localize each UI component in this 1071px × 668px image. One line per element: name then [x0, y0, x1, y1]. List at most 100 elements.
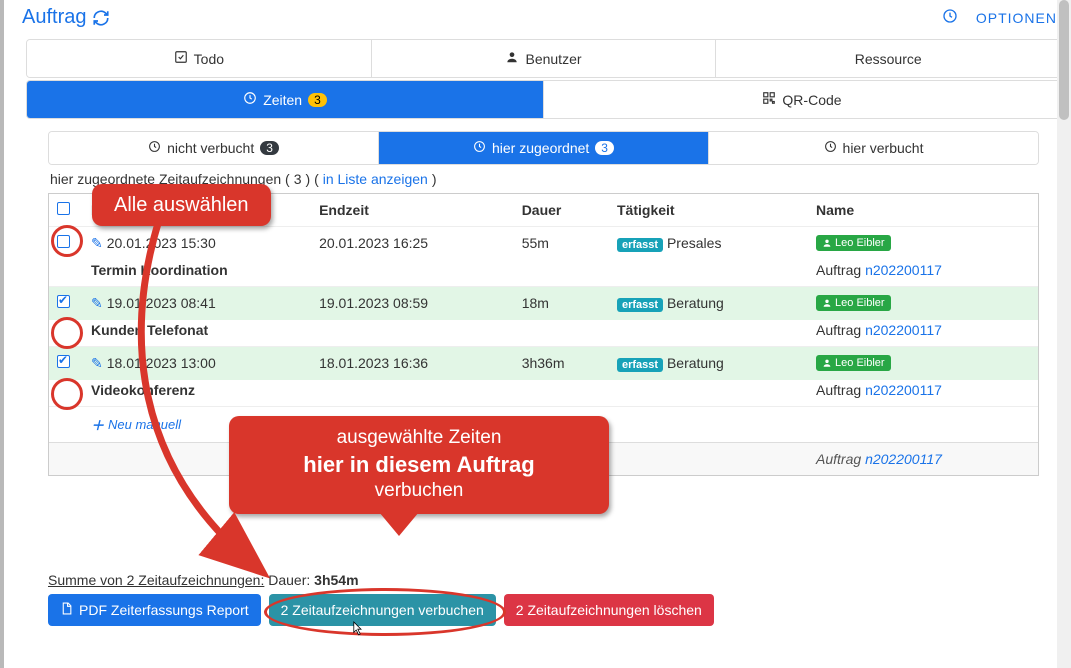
- cell-desc: Termin Koordination: [91, 262, 228, 278]
- annotation-ellipse: [264, 588, 506, 636]
- callout-tail: [379, 512, 419, 536]
- tab-ressource[interactable]: Ressource: [716, 40, 1060, 77]
- summary-line: Summe von 2 Zeitaufzeichnungen: Dauer: 3…: [48, 572, 1039, 588]
- clock-icon: [824, 140, 837, 156]
- summary-prefix: Summe von 2 Zeitaufzeichnungen:: [48, 572, 264, 588]
- table-row: ✎20.01.2023 15:30 20.01.2023 16:25 55m e…: [49, 227, 1038, 261]
- auftrag-label: Auftrag: [816, 451, 861, 467]
- subtab-nicht-verbucht-count: 3: [260, 141, 279, 155]
- tab-ressource-label: Ressource: [855, 51, 922, 67]
- add-manual-label: Neu manuell: [108, 417, 181, 432]
- annotation-circle: [51, 378, 83, 410]
- auftrag-link[interactable]: n202200117: [865, 322, 942, 338]
- scrollbar-thumb[interactable]: [1059, 0, 1069, 120]
- plus-icon: ＋: [91, 415, 104, 434]
- pdf-report-label: PDF Zeiterfassungs Report: [79, 602, 249, 618]
- status-badge: erfasst: [617, 298, 663, 312]
- user-name: Leo Eibler: [835, 237, 885, 249]
- status-badge: erfasst: [617, 358, 663, 372]
- annotation-circle: [51, 225, 83, 257]
- clock-icon: [473, 140, 486, 156]
- cell-dauer: 18m: [514, 287, 609, 321]
- subtab-nicht-verbucht-label: nicht verbucht: [167, 140, 254, 156]
- cell-end: 20.01.2023 16:25: [311, 227, 514, 261]
- table-row: ✎18.01.2023 13:00 18.01.2023 16:36 3h36m…: [49, 347, 1038, 381]
- user-badge[interactable]: Leo Eibler: [816, 355, 891, 371]
- user-badge[interactable]: Leo Eibler: [816, 235, 891, 251]
- refresh-icon[interactable]: [92, 6, 110, 29]
- callout-verbuchen-l3: verbuchen: [245, 479, 593, 504]
- context-sep: ) (: [306, 171, 319, 187]
- callout-verbuchen-l2: hier in diesem Auftrag: [245, 451, 593, 480]
- user-name: Leo Eibler: [835, 357, 885, 369]
- pdf-report-button[interactable]: PDF Zeiterfassungs Report: [48, 594, 261, 626]
- cell-dauer: 55m: [514, 227, 609, 261]
- auftrag-link[interactable]: n202200117: [865, 262, 942, 278]
- select-all-checkbox[interactable]: [57, 202, 70, 215]
- col-name: Name: [808, 194, 1038, 227]
- tab-zeiten-count: 3: [308, 93, 327, 107]
- cell-begin: 20.01.2023 15:30: [107, 235, 216, 251]
- callout-verbuchen-l1: ausgewählte Zeiten: [245, 426, 593, 451]
- loeschen-button[interactable]: 2 Zeitaufzeichnungen löschen: [504, 594, 714, 626]
- auftrag-label: Auftrag: [816, 322, 861, 338]
- cell-taetigkeit: Presales: [667, 235, 721, 251]
- qrcode-icon: [762, 91, 776, 108]
- subtab-hier-zugeordnet-count: 3: [595, 141, 614, 155]
- summary-dauer-value: 3h54m: [314, 572, 358, 588]
- auftrag-label: Auftrag: [816, 262, 861, 278]
- col-taetigkeit: Tätigkeit: [609, 194, 808, 227]
- page-title-text: Auftrag: [22, 6, 86, 29]
- tab-zeiten[interactable]: Zeiten 3: [27, 81, 544, 118]
- auftrag-link[interactable]: n202200117: [865, 382, 942, 398]
- cell-dauer: 3h36m: [514, 347, 609, 381]
- vertical-scrollbar[interactable]: [1057, 0, 1071, 668]
- cell-begin: 19.01.2023 08:41: [107, 295, 216, 311]
- annotation-circle: [51, 317, 83, 349]
- user-icon: [505, 50, 519, 67]
- main-tab-row: Todo Benutzer Ressource: [26, 39, 1061, 78]
- user-badge[interactable]: Leo Eibler: [816, 295, 891, 311]
- tab-qrcode-label: QR-Code: [782, 92, 841, 108]
- tab-benutzer-label: Benutzer: [525, 51, 581, 67]
- tab-benutzer[interactable]: Benutzer: [372, 40, 717, 77]
- cell-desc: Videokonferenz: [91, 382, 195, 398]
- cell-desc: Kunden Telefonat: [91, 322, 208, 338]
- action-button-row: PDF Zeiterfassungs Report 2 Zeitaufzeich…: [48, 594, 1039, 626]
- options-link[interactable]: OPTIONEN: [976, 10, 1057, 26]
- auftrag-link[interactable]: n202200117: [865, 451, 942, 467]
- edit-icon[interactable]: ✎: [91, 295, 103, 311]
- table-row-desc: Termin Koordination Auftrag n202200117: [49, 260, 1038, 287]
- callout-select-all: Alle auswählen: [92, 184, 271, 226]
- secondary-tab-row: Zeiten 3 QR-Code: [26, 80, 1061, 119]
- clock-link-icon[interactable]: [942, 8, 958, 27]
- tab-todo-label: Todo: [194, 51, 224, 67]
- row-checkbox[interactable]: [57, 295, 70, 308]
- cursor-icon: [349, 620, 365, 640]
- auftrag-label: Auftrag: [816, 382, 861, 398]
- row-checkbox[interactable]: [57, 355, 70, 368]
- sub-tab-row: nicht verbucht 3 hier zugeordnet 3 hier …: [48, 131, 1039, 165]
- cell-end: 19.01.2023 08:59: [311, 287, 514, 321]
- tab-zeiten-label: Zeiten: [263, 92, 302, 108]
- summary-dauer-label: Dauer:: [268, 572, 310, 588]
- table-row: ✎19.01.2023 08:41 19.01.2023 08:59 18m e…: [49, 287, 1038, 321]
- edit-icon[interactable]: ✎: [91, 355, 103, 371]
- callout-select-all-text: Alle auswählen: [114, 194, 249, 216]
- subtab-hier-zugeordnet[interactable]: hier zugeordnet 3: [379, 132, 709, 164]
- context-count: 3: [294, 171, 302, 187]
- col-endzeit: Endzeit: [311, 194, 514, 227]
- clock-icon: [243, 91, 257, 108]
- tab-todo[interactable]: Todo: [27, 40, 372, 77]
- cell-end: 18.01.2023 16:36: [311, 347, 514, 381]
- subtab-hier-verbucht[interactable]: hier verbucht: [709, 132, 1038, 164]
- loeschen-label: 2 Zeitaufzeichnungen löschen: [516, 602, 702, 618]
- cell-taetigkeit: Beratung: [667, 295, 724, 311]
- user-name: Leo Eibler: [835, 297, 885, 309]
- edit-icon[interactable]: ✎: [91, 235, 103, 251]
- context-suffix: ): [432, 171, 437, 187]
- subtab-nicht-verbucht[interactable]: nicht verbucht 3: [49, 132, 379, 164]
- tab-qrcode[interactable]: QR-Code: [544, 81, 1060, 118]
- cell-taetigkeit: Beratung: [667, 355, 724, 371]
- context-list-link[interactable]: in Liste anzeigen: [323, 171, 428, 187]
